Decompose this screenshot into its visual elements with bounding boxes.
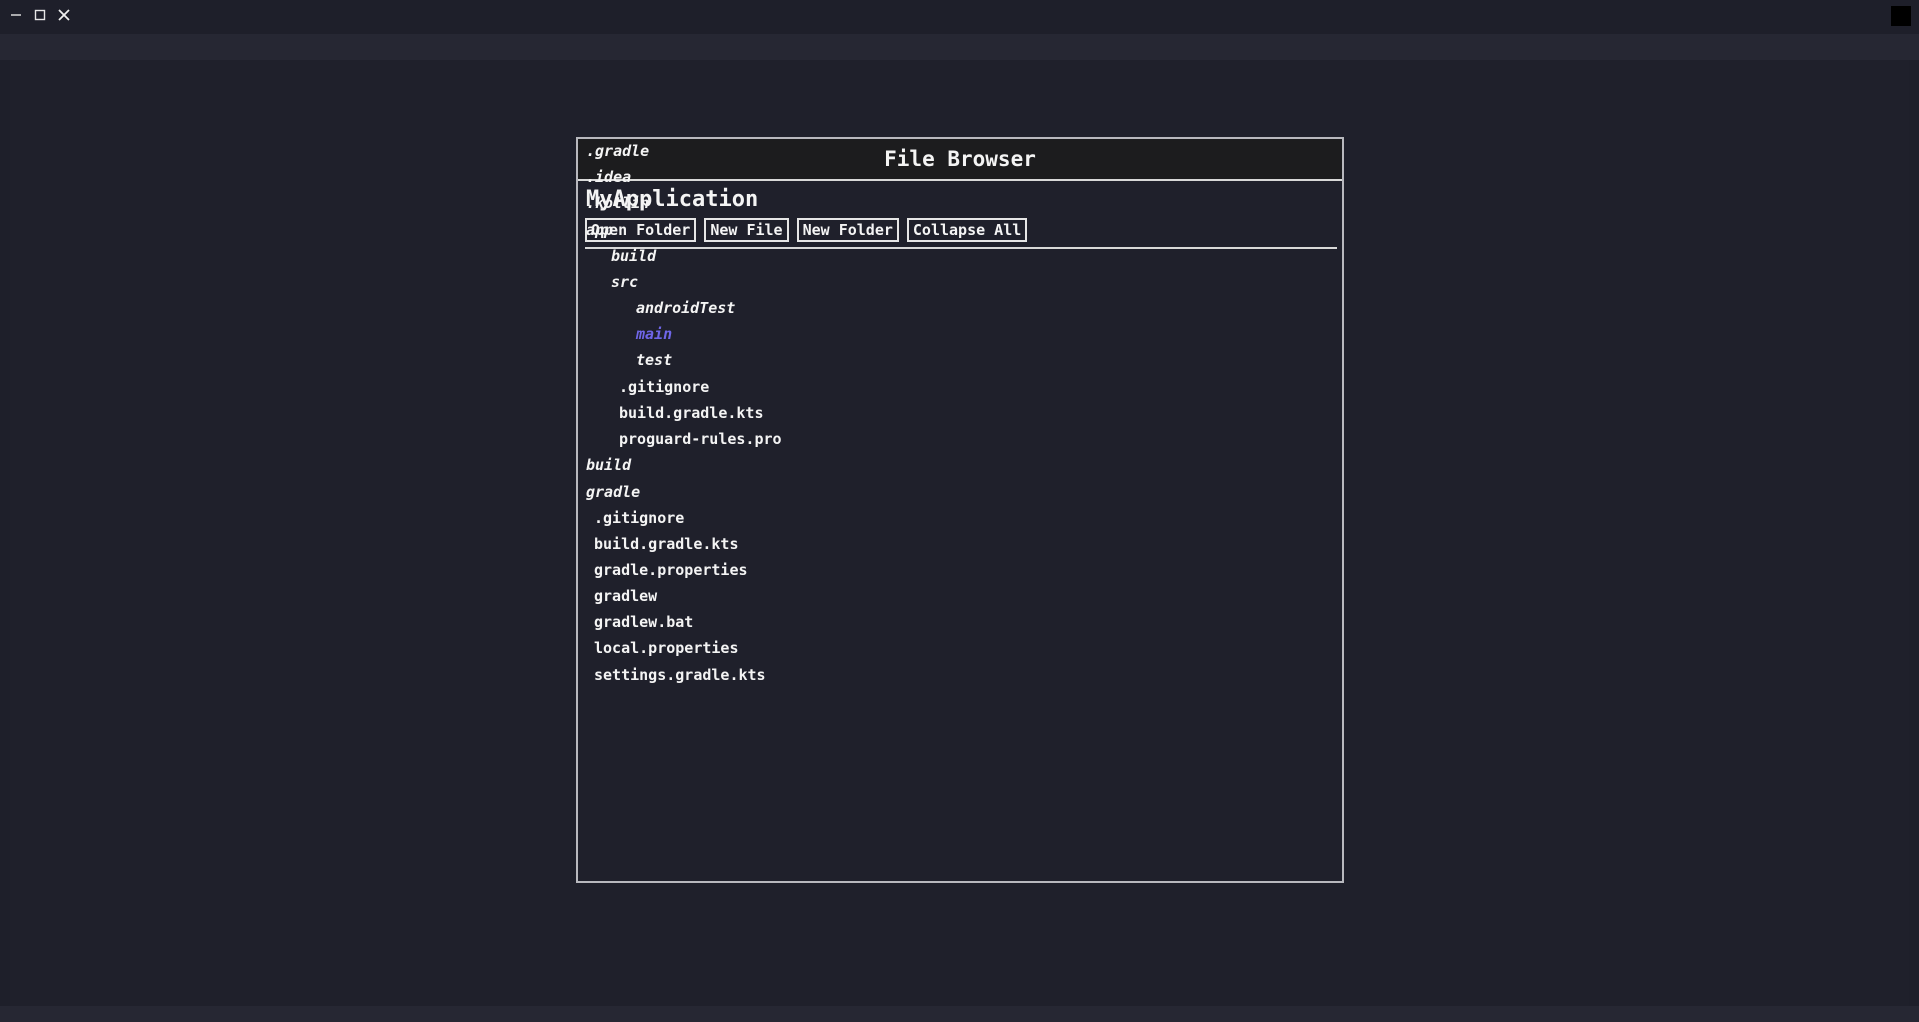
bottom-strip bbox=[0, 1006, 1919, 1022]
top-strip bbox=[0, 34, 1919, 60]
tree-folder-app[interactable]: app bbox=[586, 220, 613, 240]
new-file-button[interactable]: New File bbox=[704, 218, 789, 242]
new-folder-button[interactable]: New Folder bbox=[796, 218, 899, 242]
tree-folder-gradle-hidden[interactable]: .gradle bbox=[586, 141, 649, 161]
tree-folder-androidtest[interactable]: androidTest bbox=[636, 298, 735, 318]
tree-folder-src[interactable]: src bbox=[611, 272, 638, 292]
tree-file-app-gitignore[interactable]: .gitignore bbox=[619, 377, 709, 397]
close-icon[interactable] bbox=[55, 6, 73, 24]
minimize-icon[interactable] bbox=[7, 6, 25, 24]
panel-title: File Browser bbox=[578, 139, 1342, 181]
tree-folder-app-build[interactable]: build bbox=[611, 246, 656, 266]
tree-file-app-build-gradle[interactable]: build.gradle.kts bbox=[619, 403, 764, 423]
title-bar bbox=[0, 0, 1919, 34]
tree-file-settings-gradle[interactable]: settings.gradle.kts bbox=[594, 665, 766, 685]
corner-block bbox=[1891, 6, 1911, 26]
tree-file-gradlew-bat[interactable]: gradlew.bat bbox=[594, 612, 693, 632]
tree-file-proguard[interactable]: proguard-rules.pro bbox=[619, 429, 782, 449]
divider bbox=[585, 247, 1337, 249]
tree-folder-build[interactable]: build bbox=[586, 455, 631, 475]
tree-file-gradlew[interactable]: gradlew bbox=[594, 586, 657, 606]
tree-file-gradle-properties[interactable]: gradle.properties bbox=[594, 560, 748, 580]
maximize-icon[interactable] bbox=[31, 6, 49, 24]
tree-folder-test[interactable]: test bbox=[636, 350, 672, 370]
collapse-all-button[interactable]: Collapse All bbox=[906, 218, 1028, 242]
tree-folder-main-selected[interactable]: main bbox=[636, 324, 672, 344]
tree-folder-kotlin[interactable]: .kotlin bbox=[586, 193, 649, 213]
tree-folder-gradle[interactable]: gradle bbox=[586, 482, 640, 502]
tree-file-local-properties[interactable]: local.properties bbox=[594, 638, 739, 658]
file-browser-panel: File Browser MyApplication Open Folder N… bbox=[576, 137, 1344, 883]
tree-folder-idea[interactable]: .idea bbox=[586, 167, 631, 187]
toolbar: Open Folder New File New Folder Collapse… bbox=[585, 218, 1028, 242]
tree-file-gitignore[interactable]: .gitignore bbox=[594, 508, 684, 528]
tree-file-build-gradle[interactable]: build.gradle.kts bbox=[594, 534, 739, 554]
